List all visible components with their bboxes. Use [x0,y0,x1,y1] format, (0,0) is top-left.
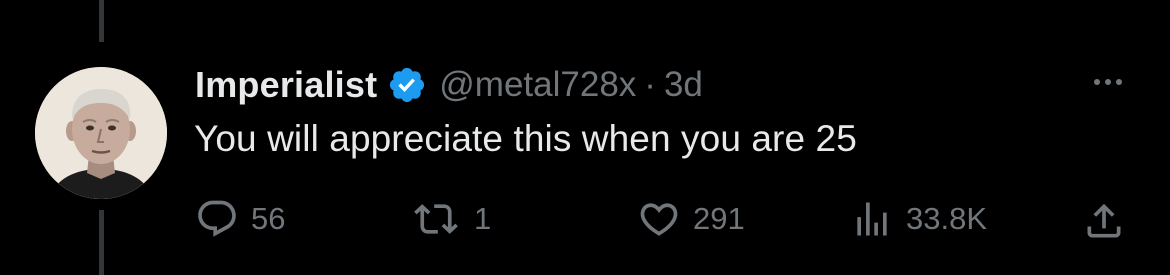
tweet-header: Imperialist @metal728x · 3d [195,62,703,108]
avatar[interactable] [35,67,167,199]
analytics-icon [857,202,887,236]
share-button[interactable] [1082,198,1126,244]
verified-badge-icon[interactable] [387,65,427,105]
views-button[interactable]: 33.8K [850,196,987,242]
retweet-button[interactable]: 1 [410,196,491,242]
retweet-count: 1 [474,201,492,236]
like-count: 291 [693,201,745,236]
display-name[interactable]: Imperialist [195,64,377,106]
more-dot [1105,79,1111,85]
more-dot [1094,79,1100,85]
more-icon[interactable] [1086,74,1130,90]
thread-line-bottom [99,210,104,275]
tweet-text: You will appreciate this when you are 25 [194,118,857,159]
views-count: 33.8K [906,201,988,236]
reply-button[interactable]: 56 [195,196,285,242]
timestamp[interactable]: 3d [664,65,703,105]
retweet-icon [414,204,458,234]
heart-icon [640,203,678,236]
thread-line-top [99,0,104,42]
like-button[interactable]: 291 [637,196,745,242]
avatar-image [35,67,167,199]
reply-count: 56 [251,201,286,236]
reply-icon [198,200,236,237]
more-dot [1116,79,1122,85]
separator-dot: · [644,65,656,104]
share-icon [1087,203,1121,238]
user-handle[interactable]: @metal728x [439,65,636,105]
